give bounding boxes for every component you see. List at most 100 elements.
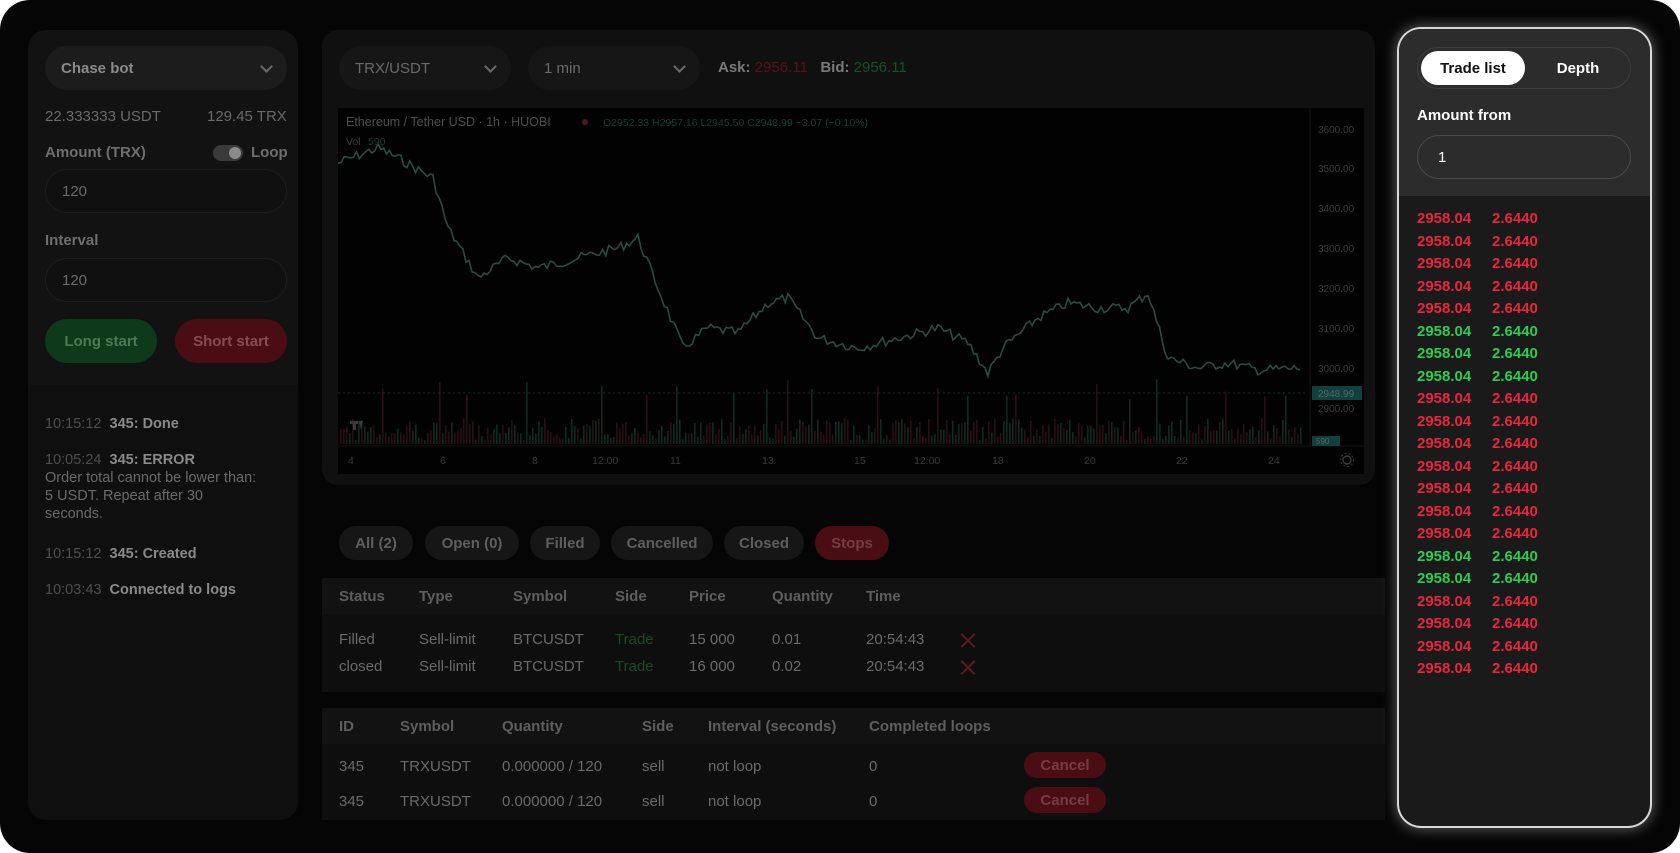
volume-bar bbox=[1210, 430, 1212, 444]
volume-bar bbox=[835, 421, 837, 444]
volume-bar bbox=[637, 432, 639, 444]
volume-bar bbox=[829, 423, 831, 444]
trade-row: 2958.04 2.6440 bbox=[1417, 210, 1637, 233]
volume-bar bbox=[682, 439, 684, 444]
volume-bar bbox=[1165, 435, 1167, 444]
trade-price: 2958.04 bbox=[1417, 345, 1472, 362]
close-icon[interactable] bbox=[960, 659, 976, 675]
tab-stops[interactable]: Stops bbox=[815, 526, 889, 560]
volume-bar bbox=[676, 385, 678, 444]
close-icon[interactable] bbox=[960, 632, 976, 648]
volume-bar bbox=[568, 438, 570, 444]
volume-bar bbox=[784, 435, 786, 444]
y-tick: 2900.00 bbox=[1318, 404, 1355, 415]
price-chart[interactable]: Ethereum / Tether USD · 1h · HUOBI O2952… bbox=[338, 108, 1364, 474]
volume-bar bbox=[967, 395, 969, 444]
volume-bar bbox=[760, 430, 762, 444]
volume-bar bbox=[871, 431, 873, 444]
trade-row: 2958.04 2.6440 bbox=[1417, 413, 1637, 436]
bot-quantity: 0.000000 / 120 bbox=[502, 758, 603, 775]
trade-amount: 2.6440 bbox=[1492, 480, 1538, 497]
volume-bar bbox=[355, 439, 357, 444]
y-tick: 3600.00 bbox=[1318, 125, 1355, 136]
volume-bar bbox=[1285, 395, 1287, 444]
volume-bar bbox=[742, 433, 744, 444]
timeframe-label: 1 min bbox=[544, 59, 581, 77]
trade-price: 2958.04 bbox=[1417, 277, 1472, 295]
trade-price: 2958.04 bbox=[1417, 592, 1472, 610]
volume-bar bbox=[1273, 425, 1275, 444]
trade-amount: 2.6440 bbox=[1492, 210, 1538, 227]
volume-bar bbox=[862, 439, 864, 444]
volume-bar bbox=[1195, 433, 1197, 444]
volume-bar bbox=[550, 432, 552, 444]
bot-type-select[interactable]: Chase bot bbox=[45, 46, 287, 90]
pair-select[interactable]: TRX/USDT bbox=[339, 46, 511, 90]
volume-bar bbox=[715, 434, 717, 444]
volume-bar bbox=[1024, 429, 1026, 444]
col-symbol: Symbol bbox=[400, 718, 455, 735]
volume-bar bbox=[475, 439, 477, 444]
chart-svg[interactable]: Ethereum / Tether USD · 1h · HUOBI O2952… bbox=[338, 108, 1364, 474]
volume-bar bbox=[1015, 395, 1017, 444]
volume-bar bbox=[526, 381, 528, 444]
tab-depth[interactable]: Depth bbox=[1526, 51, 1630, 85]
volume-bar bbox=[1180, 419, 1182, 444]
volume-bar bbox=[859, 435, 861, 444]
tab-all[interactable]: All (2) bbox=[339, 526, 413, 560]
volume-bar bbox=[391, 432, 393, 444]
volume-bar bbox=[940, 429, 942, 444]
volume-bar bbox=[1114, 426, 1116, 444]
volume-bar bbox=[1045, 431, 1047, 444]
cancel-button[interactable]: Cancel bbox=[1024, 787, 1106, 813]
volume-bar bbox=[409, 420, 411, 444]
volume-bar bbox=[1132, 431, 1134, 444]
col-completed-loops: Completed loops bbox=[869, 718, 991, 735]
volume-bar bbox=[1207, 418, 1209, 444]
volume-bar bbox=[748, 425, 750, 444]
volume-bar bbox=[913, 438, 915, 444]
cancel-button[interactable]: Cancel bbox=[1024, 752, 1106, 778]
volume-bar bbox=[1270, 438, 1272, 444]
amount-from-input[interactable]: 1 bbox=[1417, 135, 1631, 179]
tab-closed[interactable]: Closed bbox=[724, 526, 804, 560]
volume-bar bbox=[763, 424, 765, 444]
trade-price: 2958.04 bbox=[1417, 660, 1472, 677]
volume-bar bbox=[478, 425, 480, 444]
volume-bar bbox=[1240, 434, 1242, 444]
loop-toggle[interactable] bbox=[213, 145, 243, 161]
chevron-down-icon bbox=[260, 59, 273, 73]
volume-bar bbox=[1126, 439, 1128, 444]
volume-bar bbox=[823, 434, 825, 444]
x-tick: 11 bbox=[670, 455, 681, 467]
tradingview-logo-icon bbox=[350, 421, 363, 430]
long-start-button[interactable]: Long start bbox=[45, 319, 157, 363]
volume-bar bbox=[421, 438, 423, 444]
short-start-button[interactable]: Short start bbox=[175, 319, 287, 363]
tab-filled[interactable]: Filled bbox=[530, 526, 600, 560]
tab-cancelled[interactable]: Cancelled bbox=[611, 526, 713, 560]
tab-trade-list[interactable]: Trade list bbox=[1421, 51, 1525, 85]
volume-bar bbox=[1156, 379, 1158, 444]
volume-bar bbox=[451, 422, 453, 444]
volume-bar bbox=[1183, 436, 1185, 444]
volume-bar bbox=[1066, 429, 1068, 444]
bot-loops: 0 bbox=[869, 758, 878, 775]
amount-input[interactable]: 120 bbox=[45, 169, 287, 213]
volume-bar bbox=[1216, 430, 1218, 444]
trade-price: 2958.04 bbox=[1417, 637, 1472, 655]
timeframe-select[interactable]: 1 min bbox=[528, 46, 700, 90]
y-tick: 3100.00 bbox=[1318, 324, 1355, 335]
volume-bar bbox=[988, 421, 990, 444]
volume-bar bbox=[1294, 427, 1296, 444]
volume-bar bbox=[1063, 427, 1065, 444]
volume-bar bbox=[1003, 421, 1005, 444]
trade-row: 2958.04 2.6440 bbox=[1417, 323, 1637, 346]
volume-bar bbox=[388, 436, 390, 444]
col-interval: Interval (seconds) bbox=[708, 718, 837, 735]
volume-bar bbox=[565, 427, 567, 444]
tab-open[interactable]: Open (0) bbox=[425, 526, 519, 560]
volume-bar bbox=[1174, 436, 1176, 444]
volume-bar bbox=[1030, 420, 1032, 444]
interval-input[interactable]: 120 bbox=[45, 258, 287, 302]
